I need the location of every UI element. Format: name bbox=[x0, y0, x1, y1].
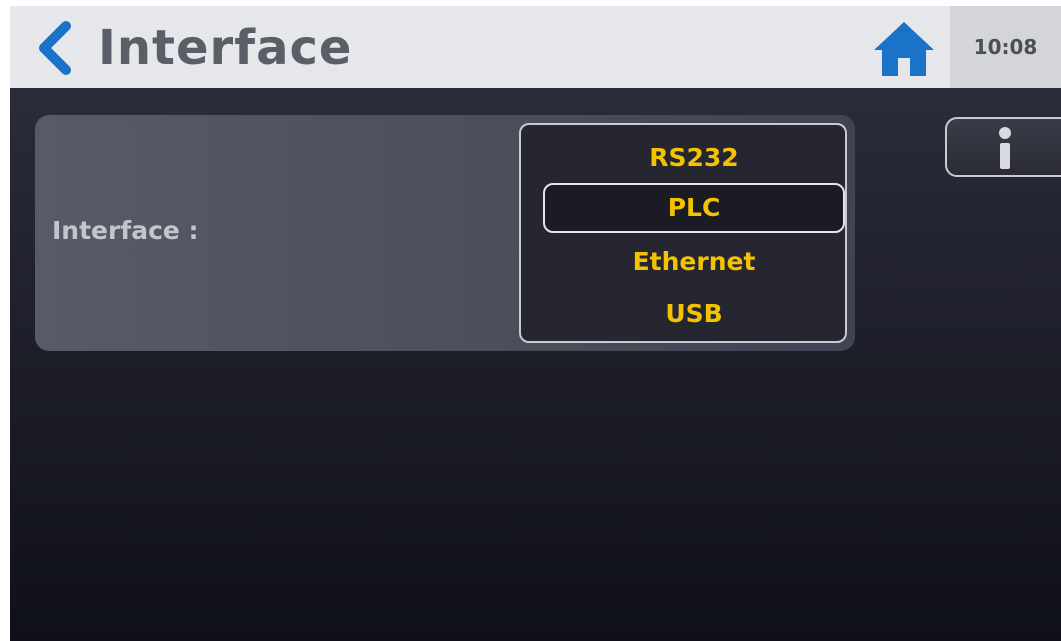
option-ethernet[interactable]: Ethernet bbox=[543, 237, 845, 287]
interface-label: Interface : bbox=[52, 216, 199, 245]
header-bar: Interface 10:08 bbox=[10, 6, 1061, 88]
clock-box: 10:08 bbox=[950, 6, 1061, 88]
interface-dropdown[interactable]: RS232 PLC Ethernet USB bbox=[519, 123, 847, 343]
info-button[interactable] bbox=[945, 117, 1061, 177]
info-icon bbox=[999, 127, 1011, 169]
home-icon bbox=[874, 22, 934, 76]
option-plc[interactable]: PLC bbox=[543, 183, 845, 233]
option-rs232[interactable]: RS232 bbox=[543, 133, 845, 183]
clock: 10:08 bbox=[973, 35, 1038, 59]
home-button[interactable] bbox=[872, 18, 936, 78]
option-usb[interactable]: USB bbox=[543, 289, 845, 339]
device-screen: Interface 10:08 Interface : RS232 PLC Et… bbox=[10, 6, 1061, 641]
back-button[interactable] bbox=[28, 18, 88, 78]
chevron-left-icon bbox=[39, 21, 71, 75]
page-title: Interface bbox=[98, 20, 353, 76]
